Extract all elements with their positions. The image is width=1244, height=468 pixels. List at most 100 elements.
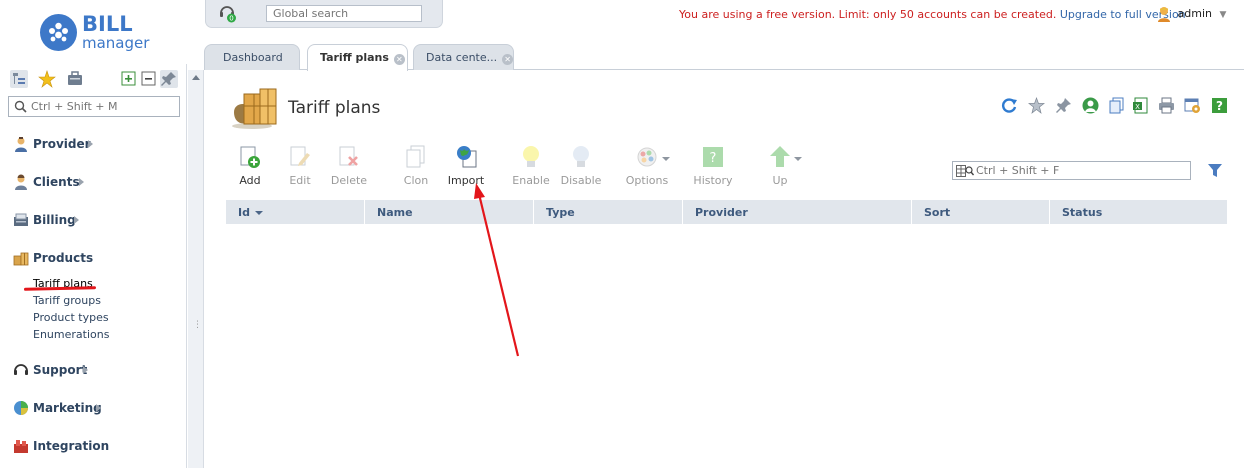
user-avatar-icon: [1157, 6, 1171, 22]
tab-tariff-plans[interactable]: Tariff plans ✕: [307, 44, 408, 71]
history-button[interactable]: ? History: [683, 145, 743, 191]
filter-icon[interactable]: [1207, 162, 1223, 178]
delete-icon: [338, 145, 360, 169]
sidebar-search-input[interactable]: [31, 99, 177, 114]
clone-icon: [405, 145, 427, 169]
column-label: Type: [546, 206, 575, 219]
menu-group-label: Billing: [33, 213, 76, 227]
star-icon[interactable]: [38, 70, 56, 88]
chevron-right-icon: [79, 178, 84, 186]
free-version-notice: You are using a free version. Limit: onl…: [679, 8, 1186, 21]
user-icon[interactable]: [1082, 97, 1099, 114]
column-label: Name: [377, 206, 413, 219]
user-name: admin: [1177, 7, 1212, 20]
menu-group-label: Marketing: [33, 401, 102, 415]
column-header-provider[interactable]: Provider: [682, 200, 911, 224]
edit-icon: [289, 145, 311, 169]
menu-group-label: Support: [33, 363, 88, 377]
svg-text:X: X: [1135, 103, 1140, 111]
chevron-right-icon: [88, 140, 93, 148]
page-title: Tariff plans: [288, 98, 381, 118]
expand-all-icon[interactable]: [120, 70, 138, 88]
bulb-off-icon: [570, 145, 592, 169]
refresh-icon[interactable]: [1001, 97, 1018, 114]
table-search[interactable]: [952, 161, 1191, 180]
headset-icon[interactable]: 0: [218, 3, 238, 23]
search-icon: [14, 100, 27, 116]
notice-text: You are using a free version. Limit: onl…: [679, 8, 1057, 21]
close-icon[interactable]: ✕: [393, 54, 405, 65]
close-icon[interactable]: ✕: [502, 54, 514, 65]
disable-button[interactable]: Disable: [551, 145, 611, 191]
copy-icon[interactable]: [1108, 97, 1125, 114]
sidebar-item-enumerations[interactable]: Enumerations: [33, 328, 109, 341]
chevron-right-icon: [83, 366, 88, 374]
collapse-sidebar-icon[interactable]: [192, 75, 200, 80]
sort-desc-icon: [254, 211, 263, 215]
products-icon: [13, 250, 29, 266]
menu-group-label: Integration: [33, 439, 110, 453]
splitter-grip-icon[interactable]: ⋮: [193, 320, 202, 330]
annotation-arrow: [465, 180, 525, 362]
collapse-all-icon[interactable]: [140, 70, 158, 88]
user-menu[interactable]: admin ▼: [1157, 6, 1226, 24]
menu-group-label: Provider: [33, 137, 91, 151]
up-arrow-icon: [769, 145, 791, 169]
tab-label: Dashboard: [223, 51, 283, 64]
logo[interactable]: BILL manager: [40, 12, 160, 54]
column-header-status[interactable]: Status: [1049, 200, 1227, 224]
pin-icon[interactable]: [160, 70, 178, 88]
logo-sub: manager: [82, 34, 150, 52]
toolbar-label: Up: [772, 174, 788, 187]
tab-label: Data cente...: [426, 51, 498, 64]
column-header-type[interactable]: Type: [533, 200, 682, 224]
column-header-sort[interactable]: Sort: [911, 200, 1049, 224]
integration-icon: [13, 438, 29, 454]
settings-icon[interactable]: [1184, 97, 1201, 114]
print-icon[interactable]: [1158, 97, 1175, 114]
global-search-input[interactable]: [266, 5, 422, 22]
billing-icon: [13, 212, 29, 228]
tab-data-centers[interactable]: Data cente... ✕: [413, 44, 514, 70]
sidebar-item-tariff-groups[interactable]: Tariff groups: [33, 294, 101, 307]
pin-icon[interactable]: [1055, 97, 1072, 114]
up-button[interactable]: Up: [750, 145, 810, 191]
delete-button[interactable]: Delete: [319, 145, 379, 191]
briefcase-icon[interactable]: [66, 70, 84, 88]
chevron-down-icon: [662, 157, 670, 161]
help-icon[interactable]: ?: [1211, 97, 1228, 114]
logo-mark-icon: [40, 14, 77, 51]
provider-icon: [13, 136, 29, 152]
options-icon: [636, 145, 658, 169]
clients-icon: [13, 174, 29, 190]
support-badge: 0: [229, 15, 233, 23]
options-button[interactable]: Options: [617, 145, 677, 191]
star-icon[interactable]: [1027, 96, 1046, 114]
sidebar-search[interactable]: [8, 96, 180, 117]
toolbar-label: Options: [625, 174, 669, 187]
import-icon: [455, 145, 477, 169]
excel-icon[interactable]: X: [1132, 97, 1149, 114]
sidebar-splitter[interactable]: [188, 70, 204, 468]
chevron-down-icon: [794, 157, 802, 161]
tab-label: Tariff plans: [320, 51, 389, 64]
chevron-right-icon: [96, 404, 101, 412]
menu-group-label: Products: [33, 251, 94, 265]
column-header-id[interactable]: Id: [226, 200, 364, 224]
table-search-icon: [956, 165, 975, 180]
toolbar-label: History: [693, 174, 733, 187]
column-label: Id: [238, 206, 250, 219]
tree-view-icon[interactable]: [10, 70, 28, 88]
toolbar-label: Delete: [330, 174, 368, 187]
column-label: Status: [1062, 206, 1103, 219]
tariff-plans-icon: [230, 86, 280, 130]
tab-dashboard[interactable]: Dashboard: [204, 44, 300, 70]
chevron-right-icon: [74, 216, 79, 224]
chevron-down-icon: ▼: [1219, 10, 1227, 20]
column-label: Sort: [924, 206, 951, 219]
table-search-input[interactable]: [976, 163, 1186, 178]
svg-text:?: ?: [1216, 99, 1223, 113]
history-icon: ?: [702, 145, 724, 169]
sidebar-item-product-types[interactable]: Product types: [33, 311, 109, 324]
logo-word: BILL: [82, 12, 133, 36]
